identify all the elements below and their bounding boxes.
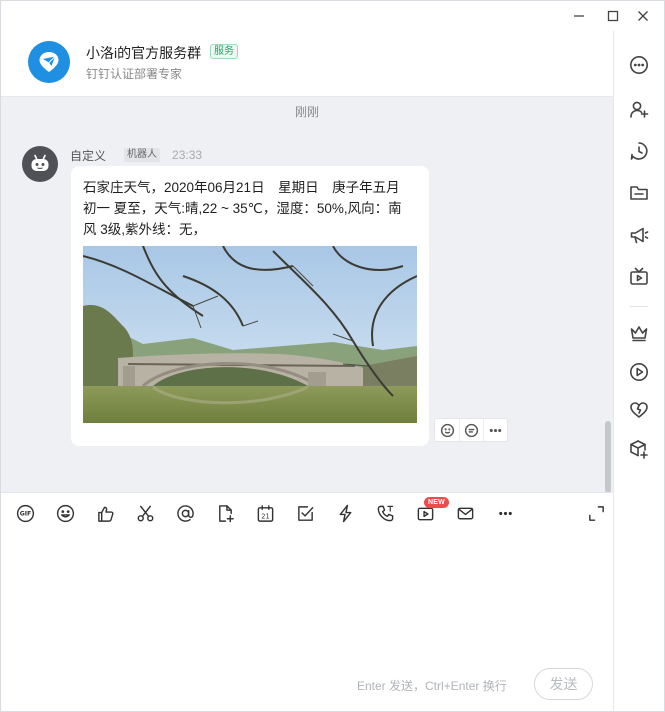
time-divider: 刚刚 [294,105,319,119]
emoji-icon[interactable] [54,502,76,524]
at-icon[interactable] [174,502,196,524]
sidebar-divider [630,306,648,307]
app-plus-icon[interactable] [628,438,650,460]
live-icon[interactable] [628,266,650,288]
reply-icon[interactable] [459,419,483,441]
calendar-icon[interactable]: 21 [254,502,276,524]
add-member-icon[interactable] [628,98,650,120]
ding-icon[interactable] [334,502,356,524]
sender-line: 自定义 机器人 23:33 [70,147,202,163]
message-actions [434,418,508,442]
maximize-icon[interactable] [603,6,623,26]
mail-icon[interactable] [454,502,476,524]
chat-header: 小洛i的官方服务群 服务 钉钉认证部署专家 [1,31,613,97]
service-badge: 服务 [210,44,238,59]
group-name[interactable]: 小洛i的官方服务群 [86,43,201,63]
send-hint: Enter 发送，Ctrl+Enter 换行 [357,679,507,693]
minimize-icon[interactable] [569,6,589,26]
app-window: 小洛i的官方服务群 服务 钉钉认证部署专家 刚刚 自定义 机器人 23:33 石… [0,0,665,712]
message-input[interactable]: Enter 发送，Ctrl+Enter 换行 发送 [1,532,613,711]
svg-text:GIF: GIF [19,510,31,517]
input-toolbar: GIF 21 NEW [1,492,613,532]
announcement-icon[interactable] [628,224,650,246]
robot-avatar[interactable] [22,146,58,182]
sender-name[interactable]: 自定义 [70,147,106,164]
svg-text:21: 21 [261,512,269,520]
thumbs-up-icon[interactable] [94,502,116,524]
history-icon[interactable] [628,140,650,162]
more-actions-icon[interactable] [483,419,507,441]
group-subtitle: 钉钉认证部署专家 [86,67,183,81]
heart-icon[interactable] [628,399,650,421]
more-icon[interactable] [628,54,650,76]
todo-icon[interactable] [294,502,316,524]
close-icon[interactable] [633,6,653,26]
message-scrollbar[interactable] [605,421,611,493]
message-photo[interactable] [83,246,417,423]
scissors-icon[interactable] [134,502,156,524]
gif-icon[interactable]: GIF [14,502,36,524]
message-bubble[interactable]: 石家庄天气，2020年06月21日 星期日 庚子年五月 初一 夏至，天气:晴,2… [71,166,429,446]
message-time: 23:33 [172,148,203,162]
right-sidebar [613,31,664,711]
more-icon[interactable] [494,502,516,524]
group-logo-icon [39,52,59,72]
title-bar [1,1,664,31]
emoji-reaction-icon[interactable] [435,419,459,441]
crown-icon[interactable] [628,322,650,344]
send-button[interactable]: 发送 [534,668,593,700]
robot-tag: 机器人 [124,148,161,162]
phone-icon[interactable] [374,502,396,524]
message-text: 石家庄天气，2020年06月21日 星期日 庚子年五月 初一 夏至，天气:晴,2… [83,180,402,237]
new-badge: NEW [424,497,449,508]
collapse-icon[interactable] [585,502,607,524]
play-icon[interactable] [628,361,650,383]
group-avatar[interactable] [28,41,70,83]
file-plus-icon[interactable] [214,502,236,524]
folder-icon[interactable] [628,182,650,204]
robot-icon [31,154,49,171]
message-area[interactable]: 刚刚 自定义 机器人 23:33 石家庄天气，2020年06月21日 星期日 庚… [1,97,613,493]
